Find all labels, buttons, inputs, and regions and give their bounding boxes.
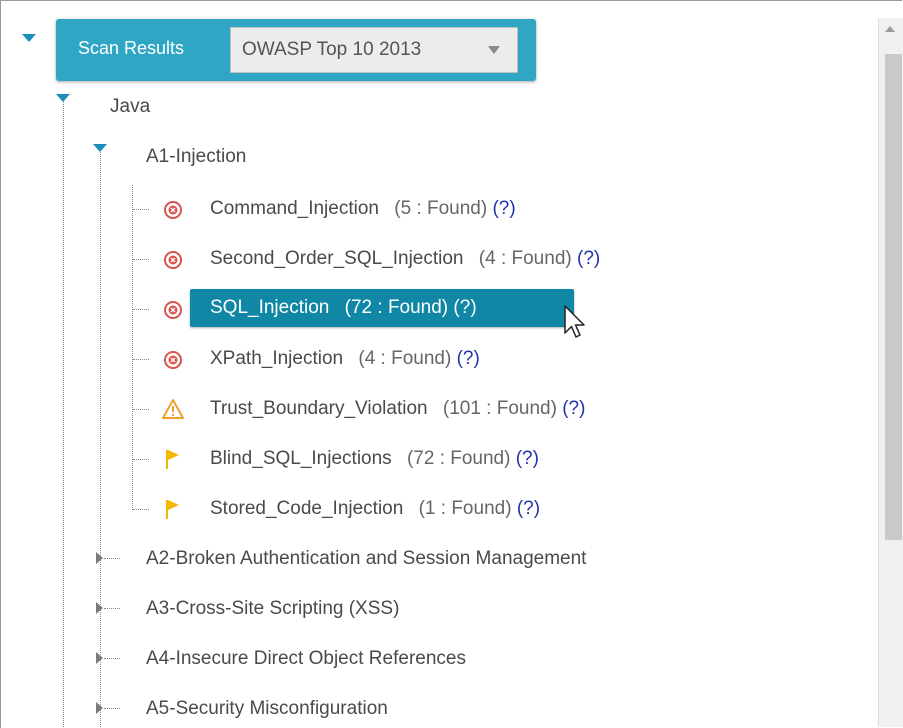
help-link[interactable]: (?) [517, 498, 540, 519]
error-icon [163, 250, 183, 275]
item-name: Command_Injection [210, 198, 379, 219]
tree-connector [133, 259, 149, 260]
expand-toggle-icon[interactable] [56, 94, 70, 102]
error-icon [163, 200, 183, 225]
found-count: (1 : Found) [418, 498, 512, 519]
warning-icon [162, 398, 184, 425]
help-link[interactable]: (?) [577, 248, 600, 269]
found-count: (101 : Found) [442, 398, 557, 419]
expand-toggle-icon[interactable] [96, 552, 103, 564]
tree-node-a4[interactable]: A4-Insecure Direct Object References [146, 648, 466, 670]
item-name: XPath_Injection [210, 348, 344, 369]
tree-node-a3[interactable]: A3-Cross-Site Scripting (XSS) [146, 598, 399, 620]
error-icon [163, 300, 183, 325]
item-name: Stored_Code_Injection [210, 498, 404, 519]
expand-toggle-icon[interactable] [96, 702, 103, 714]
standard-dropdown[interactable]: OWASP Top 10 2013 [230, 27, 518, 73]
tree-connector [133, 409, 149, 410]
tree-item-trust-boundary-violation[interactable]: Trust_Boundary_Violation (101 : Found) (… [210, 398, 585, 420]
tree-connector [104, 608, 120, 609]
expand-toggle-icon[interactable] [22, 34, 36, 42]
item-name: Trust_Boundary_Violation [210, 398, 428, 419]
tree-node-a1-injection[interactable]: A1-Injection [146, 146, 246, 168]
scan-results-header: Scan Results OWASP Top 10 2013 [56, 19, 536, 81]
found-count: (5 : Found) [394, 198, 488, 219]
tree-item-stored-code-injection[interactable]: Stored_Code_Injection (1 : Found) (?) [210, 498, 540, 520]
help-link[interactable]: (?) [457, 348, 480, 369]
tree-connector [63, 102, 64, 727]
error-icon [163, 350, 183, 375]
tree-connector [133, 509, 149, 510]
item-name: Second_Order_SQL_Injection [210, 248, 464, 269]
tree-node-java[interactable]: Java [110, 96, 150, 118]
tree-item-second-order-sql-injection[interactable]: Second_Order_SQL_Injection (4 : Found) (… [210, 248, 600, 270]
found-count: (4 : Found) [478, 248, 572, 269]
expand-toggle-icon[interactable] [93, 144, 107, 152]
tree-item-command-injection[interactable]: Command_Injection (5 : Found) (?) [210, 198, 516, 220]
found-count: (72 : Found) [406, 448, 511, 469]
tree-connector [133, 459, 149, 460]
tree-connector [104, 708, 120, 709]
item-name: Blind_SQL_Injections [210, 448, 392, 469]
tree-connector [133, 309, 149, 310]
flag-icon [164, 448, 182, 475]
chevron-down-icon [488, 46, 500, 54]
scrollbar-thumb[interactable] [885, 54, 902, 540]
tree-connector [133, 359, 149, 360]
help-link[interactable]: (?) [516, 448, 539, 469]
tree-node-a5[interactable]: A5-Security Misconfiguration [146, 698, 388, 720]
found-count: (72 : Found) [344, 297, 449, 318]
tree-connector [104, 558, 120, 559]
tree-item-xpath-injection[interactable]: XPath_Injection (4 : Found) (?) [210, 348, 480, 370]
tree-item-sql-injection[interactable]: SQL_Injection (72 : Found) (?) [190, 289, 574, 327]
help-link[interactable]: (?) [562, 398, 585, 419]
item-name: SQL_Injection [210, 297, 330, 318]
flag-icon [164, 498, 182, 525]
help-link[interactable]: (?) [453, 297, 476, 318]
expand-toggle-icon[interactable] [96, 652, 103, 664]
tree-connector [132, 185, 133, 510]
help-link[interactable]: (?) [492, 198, 515, 219]
tree-connector [133, 209, 149, 210]
expand-toggle-icon[interactable] [96, 602, 103, 614]
scan-results-title: Scan Results [78, 38, 185, 58]
tree-item-blind-sql-injections[interactable]: Blind_SQL_Injections (72 : Found) (?) [210, 448, 539, 470]
tree-connector [100, 152, 101, 727]
dropdown-value: OWASP Top 10 2013 [242, 39, 422, 60]
tree-node-a2[interactable]: A2-Broken Authentication and Session Man… [146, 548, 586, 570]
tree-connector [104, 658, 120, 659]
mouse-cursor-icon [563, 304, 587, 347]
scroll-up-arrow-icon[interactable] [885, 26, 895, 32]
found-count: (4 : Found) [358, 348, 452, 369]
